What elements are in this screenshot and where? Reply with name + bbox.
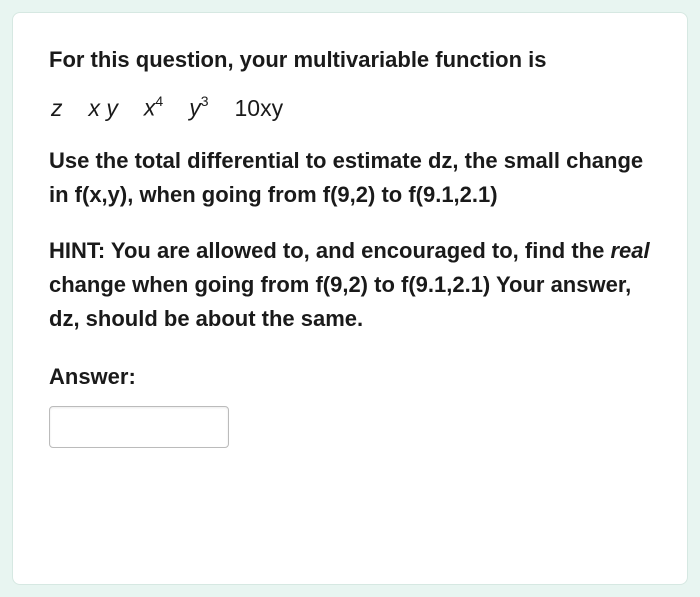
question-intro: For this question, your multivariable fu… [49, 43, 651, 76]
question-hint: HINT: You are allowed to, and encouraged… [49, 234, 651, 336]
equation: z x y x4 y3 10xy [49, 94, 651, 122]
equation-xy: x y [89, 95, 118, 122]
equation-z: z [51, 95, 63, 122]
equation-y3: y3 [189, 94, 208, 122]
equation-10xy: 10xy [234, 95, 283, 122]
hint-real: real [610, 238, 649, 263]
question-card: For this question, your multivariable fu… [12, 12, 688, 585]
hint-prefix: HINT: You are allowed to, and encouraged… [49, 238, 610, 263]
answer-label: Answer: [49, 364, 651, 390]
hint-suffix: change when going from f(9,2) to f(9.1,2… [49, 272, 631, 331]
equation-x4: x4 [144, 94, 163, 122]
question-body: Use the total differential to estimate d… [49, 144, 651, 212]
answer-input[interactable] [49, 406, 229, 448]
